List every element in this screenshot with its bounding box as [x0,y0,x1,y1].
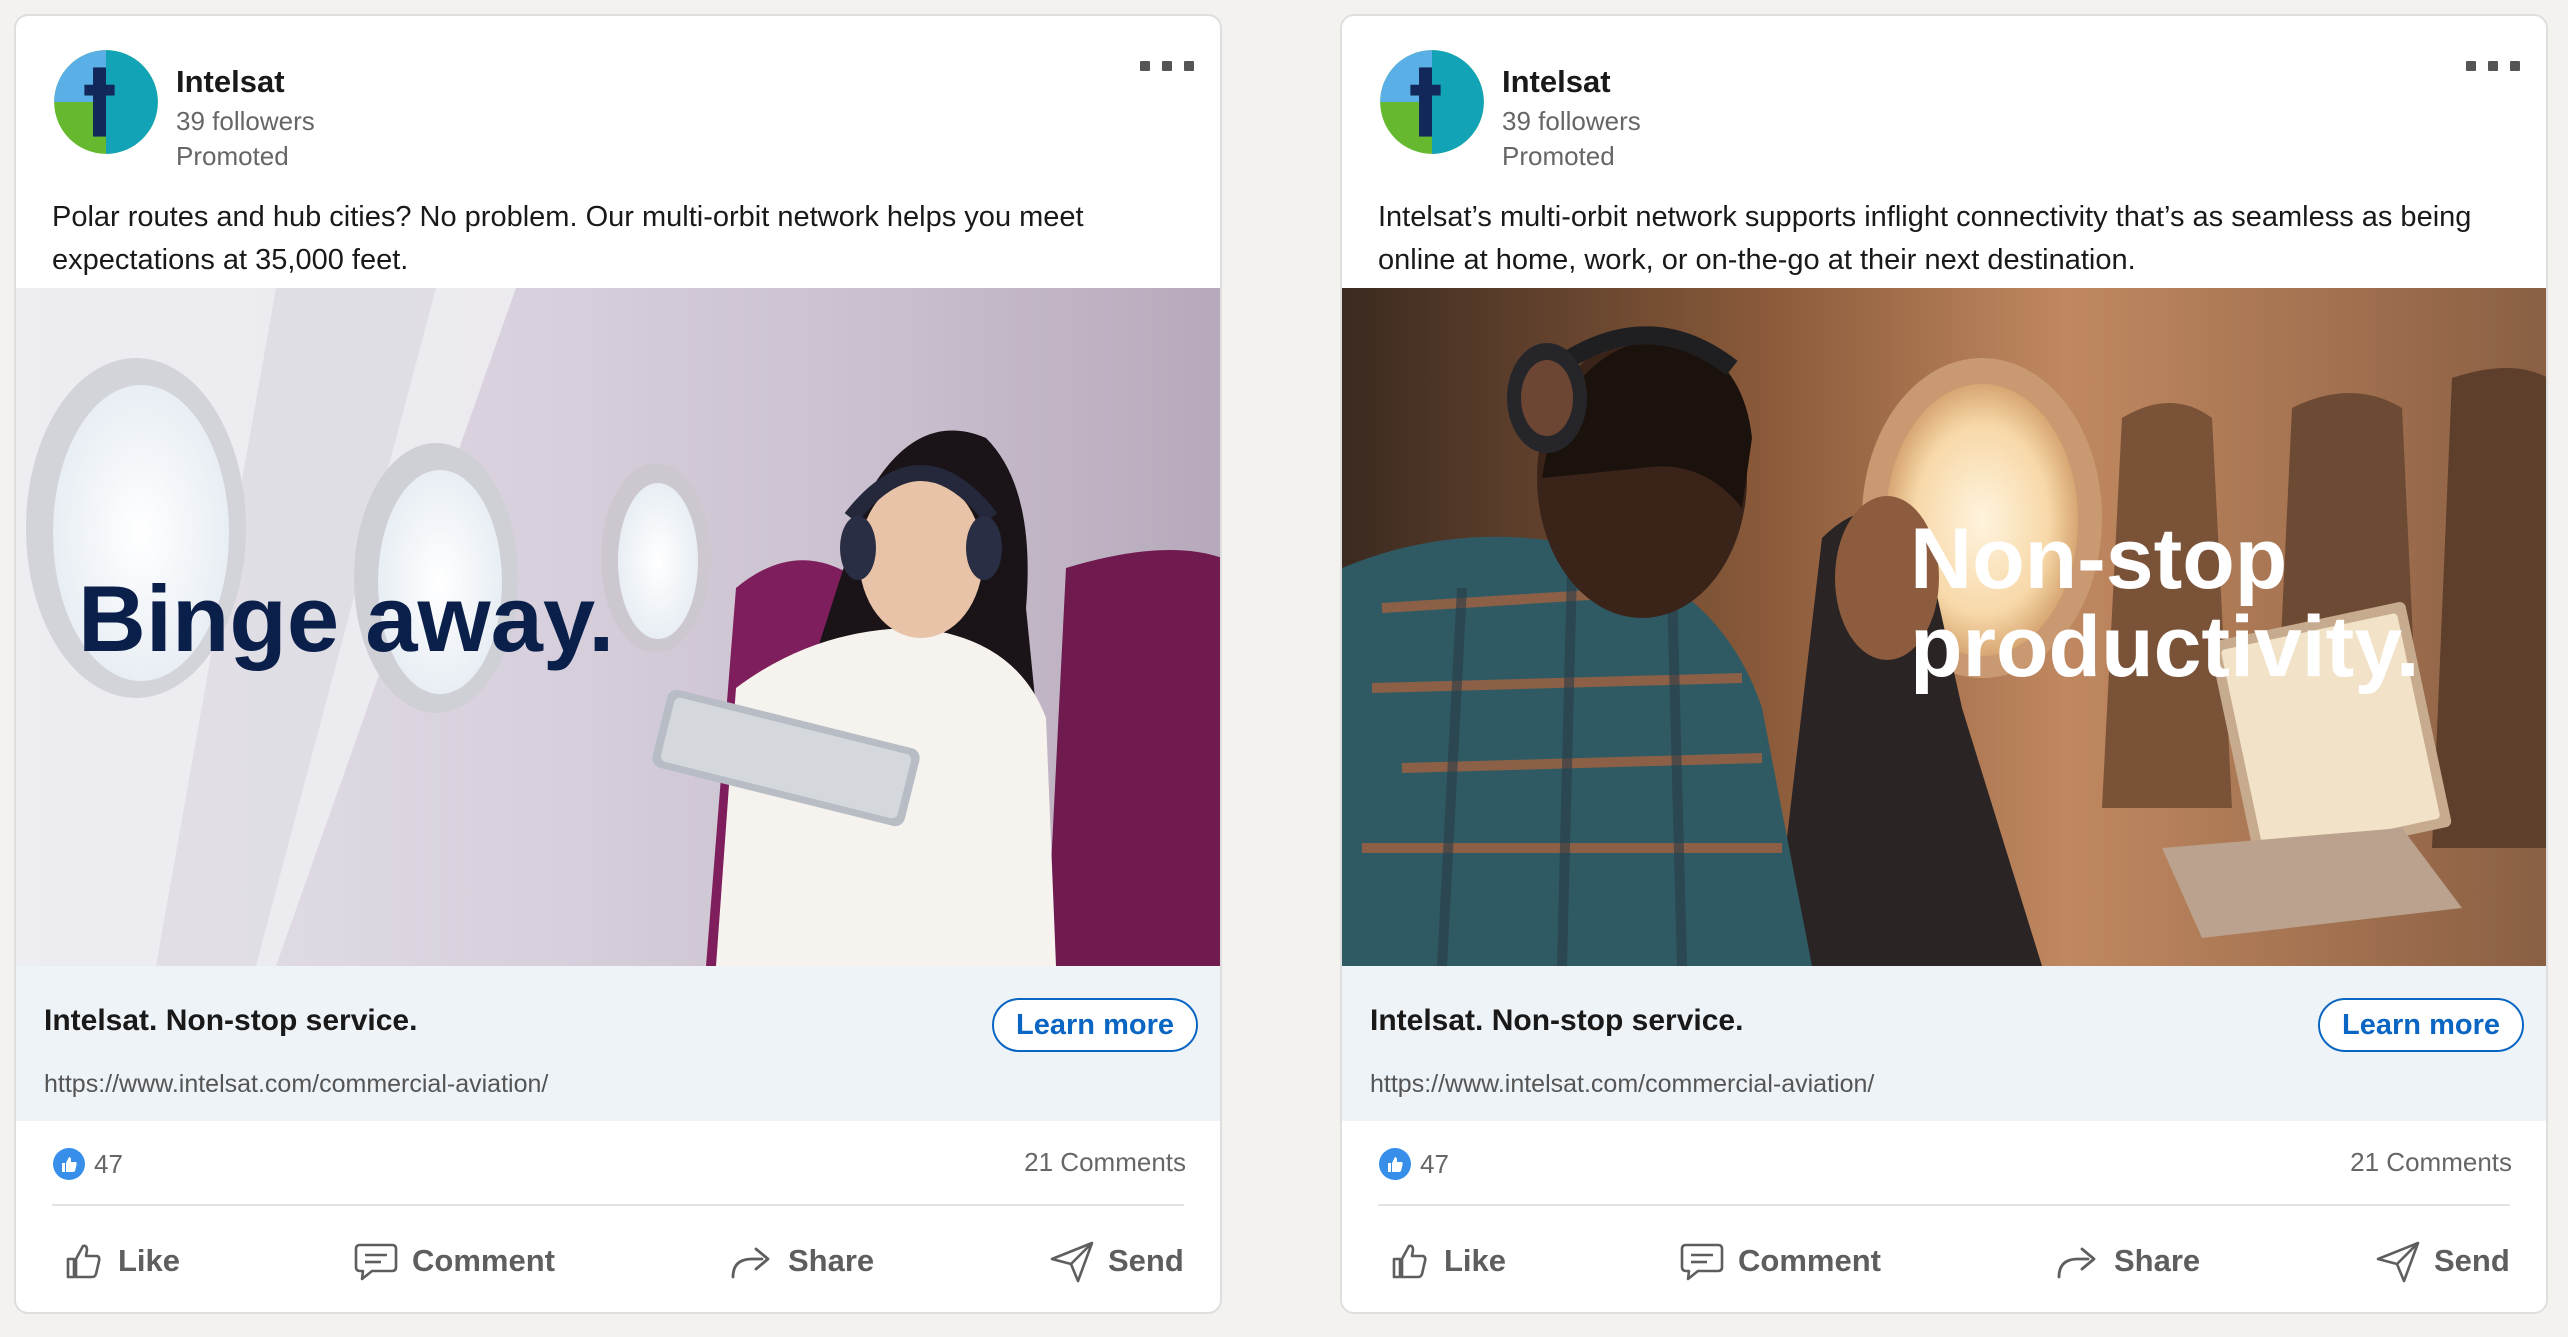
link-preview[interactable]: Intelsat. Non-stop service. https://www.… [1342,966,2546,1121]
link-preview[interactable]: Intelsat. Non-stop service. https://www.… [16,966,1220,1121]
company-name[interactable]: Intelsat [176,64,285,100]
send-button[interactable]: Send [1048,1233,1184,1289]
follower-count: 39 followers [1502,106,1641,136]
reaction-count[interactable]: 47 [94,1149,123,1180]
link-headline[interactable]: Intelsat. Non-stop service. [44,1004,417,1038]
send-icon [1050,1241,1094,1283]
divider [1378,1204,2510,1206]
image-headline-line2: productivity. [1910,599,2420,695]
more-icon[interactable] [1140,52,1194,80]
ad-image[interactable]: Binge away. [16,288,1220,966]
comment-label: Comment [1738,1243,1881,1278]
action-bar: Like Comment Share Send [16,1211,1220,1311]
link-url[interactable]: https://www.intelsat.com/commercial-avia… [1370,1070,1874,1099]
promoted-label: Promoted [1502,141,1615,171]
company-name[interactable]: Intelsat [1502,64,1611,100]
thumbs-up-icon [1392,1244,1427,1279]
send-label: Send [2434,1243,2510,1278]
reaction-count[interactable]: 47 [1420,1149,1449,1180]
share-icon [2057,1247,2096,1279]
promoted-label: Promoted [176,141,289,171]
post-text: Polar routes and hub cities? No problem.… [52,201,1084,276]
like-reaction-icon[interactable] [52,1147,86,1181]
comment-button[interactable]: Comment [1678,1233,1881,1289]
thumbs-up-icon [66,1244,101,1279]
comment-count[interactable]: 21 Comments [2350,1147,2512,1178]
image-headline-line1: Non-stop [1910,511,2287,607]
post-text: Intelsat’s multi-orbit network supports … [1378,201,2472,276]
social-counts: 47 21 Comments [1342,1121,2546,1206]
send-button[interactable]: Send [2374,1233,2510,1289]
comment-icon [354,1243,398,1281]
like-reaction-icon[interactable] [1378,1147,1412,1181]
divider [52,1204,1184,1206]
like-button[interactable]: Like [62,1233,180,1289]
learn-more-button[interactable]: Learn more [992,998,1198,1052]
follower-count: 39 followers [176,106,315,136]
action-bar: Like Comment Share Send [1342,1211,2546,1311]
share-button[interactable]: Share [2054,1233,2200,1289]
like-label: Like [1444,1243,1507,1278]
link-url[interactable]: https://www.intelsat.com/commercial-avia… [44,1070,548,1099]
comment-label: Comment [412,1243,555,1278]
image-headline: Binge away. [78,566,614,671]
more-icon[interactable] [2466,52,2520,80]
comment-count[interactable]: 21 Comments [1024,1147,1186,1178]
send-label: Send [1108,1243,1184,1278]
ad-card-productivity: Intelsat 39 followers Promoted Intelsat’… [1340,14,2548,1314]
share-label: Share [788,1243,875,1278]
like-label: Like [118,1243,181,1278]
share-label: Share [2114,1243,2201,1278]
comment-button[interactable]: Comment [352,1233,555,1289]
like-button[interactable]: Like [1388,1233,1506,1289]
learn-more-button[interactable]: Learn more [2318,998,2524,1052]
link-headline[interactable]: Intelsat. Non-stop service. [1370,1004,1743,1038]
intelsat-logo[interactable] [52,48,160,156]
comment-icon [1680,1243,1724,1281]
share-icon [731,1247,770,1279]
ad-image[interactable]: Non-stop productivity. [1342,288,2546,966]
share-button[interactable]: Share [728,1233,874,1289]
ad-card-binge: Intelsat 39 followers Promoted Polar rou… [14,14,1222,1314]
intelsat-logo[interactable] [1378,48,1486,156]
social-counts: 47 21 Comments [16,1121,1220,1206]
send-icon [2376,1241,2420,1283]
